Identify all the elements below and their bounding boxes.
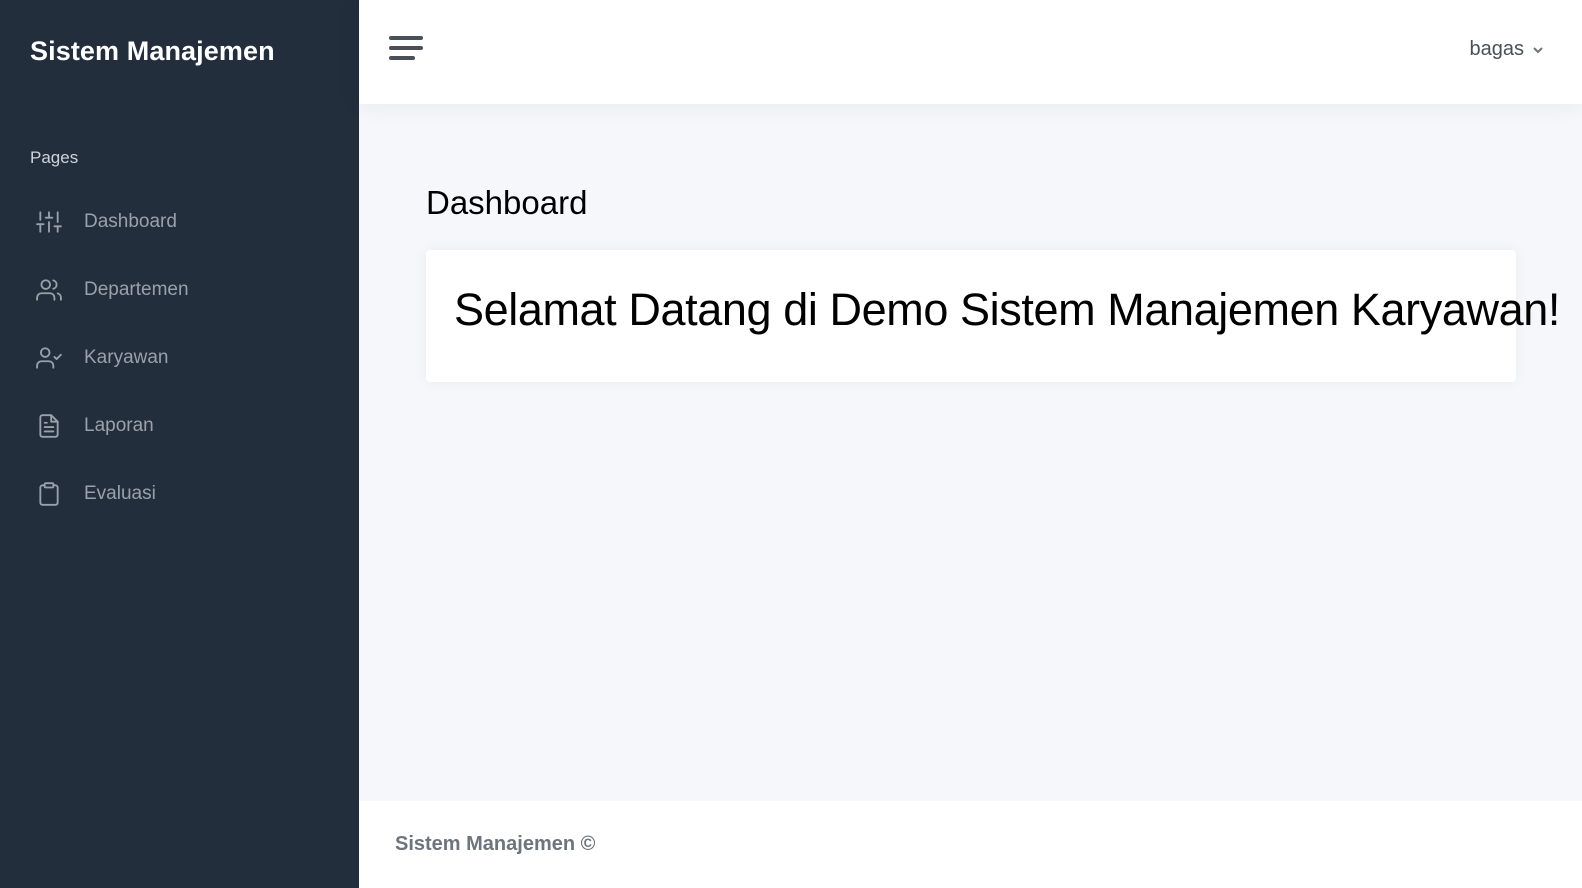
main-area: bagas Dashboard Selamat Datang di Demo S… — [359, 0, 1582, 888]
chevron-down-icon — [1533, 46, 1543, 53]
welcome-message: Selamat Datang di Demo Sistem Manajemen … — [454, 284, 1560, 335]
welcome-card: Selamat Datang di Demo Sistem Manajemen … — [426, 250, 1560, 382]
file-text-icon — [36, 413, 62, 439]
topbar: bagas — [359, 0, 1582, 104]
footer-text[interactable]: Sistem Manajemen © — [395, 833, 595, 856]
sidebar-item-dashboard[interactable]: Dashboard — [0, 197, 359, 247]
users-icon — [36, 277, 62, 303]
sidebar-brand[interactable]: Sistem Manajemen — [30, 36, 275, 67]
sidebar-item-evaluasi[interactable]: Evaluasi — [0, 469, 359, 519]
sidebar-item-label: Dashboard — [84, 211, 177, 232]
app-root: Sistem Manajemen Pages Dashboard Departe… — [0, 0, 1582, 888]
page-title: Dashboard — [426, 184, 588, 221]
user-dropdown[interactable]: bagas — [1470, 38, 1545, 61]
sidebar-item-laporan[interactable]: Laporan — [0, 401, 359, 451]
footer: Sistem Manajemen © — [359, 801, 1582, 888]
sliders-icon — [36, 209, 62, 235]
user-check-icon — [36, 345, 62, 371]
sidebar-item-karyawan[interactable]: Karyawan — [0, 333, 359, 383]
sidebar-item-label: Karyawan — [84, 347, 169, 368]
sidebar-item-departemen[interactable]: Departemen — [0, 265, 359, 315]
sidebar-item-label: Evaluasi — [84, 483, 156, 504]
username-label: bagas — [1469, 38, 1525, 60]
sidebar-item-label: Laporan — [84, 415, 154, 436]
sidebar: Sistem Manajemen Pages Dashboard Departe… — [0, 0, 359, 888]
hamburger-icon[interactable] — [389, 36, 423, 68]
sidebar-item-label: Departemen — [84, 279, 189, 300]
clipboard-icon — [36, 481, 62, 507]
sidebar-section-header: Pages — [30, 148, 79, 167]
